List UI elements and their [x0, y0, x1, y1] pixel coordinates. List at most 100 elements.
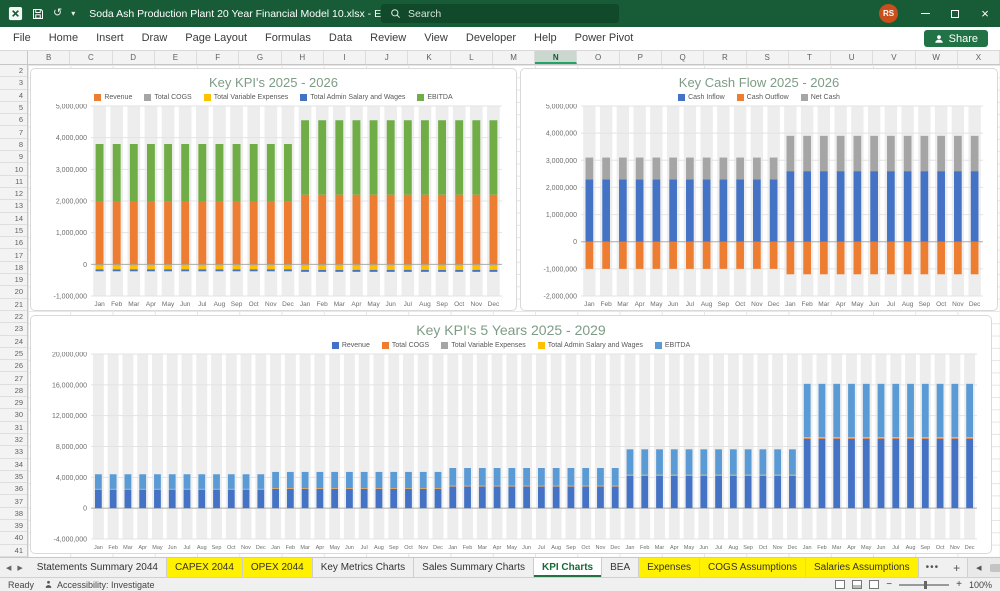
row-header-3[interactable]: 3 — [0, 77, 27, 89]
column-header-E[interactable]: E — [155, 51, 197, 64]
row-header-37[interactable]: 37 — [0, 495, 27, 507]
ribbon-tab-home[interactable]: Home — [40, 27, 87, 50]
column-header-B[interactable]: B — [28, 51, 70, 64]
sheet-grid[interactable]: Key KPI's 2025 - 2026 RevenueTotal COGST… — [28, 65, 1000, 557]
ribbon-tab-file[interactable]: File — [4, 27, 40, 50]
column-header-P[interactable]: P — [620, 51, 662, 64]
chart-key-kpis-5-years[interactable]: Key KPI's 5 Years 2025 - 2029 RevenueTot… — [30, 315, 992, 554]
column-header-V[interactable]: V — [873, 51, 915, 64]
row-header-15[interactable]: 15 — [0, 225, 27, 237]
ribbon-tab-help[interactable]: Help — [525, 27, 566, 50]
sheet-tab-capex-2044[interactable]: CAPEX 2044 — [167, 558, 243, 577]
sheet-tab-bea[interactable]: BEA — [602, 558, 639, 577]
column-header-C[interactable]: C — [70, 51, 112, 64]
row-header-6[interactable]: 6 — [0, 114, 27, 126]
row-header-33[interactable]: 33 — [0, 446, 27, 458]
column-header-G[interactable]: G — [239, 51, 281, 64]
ribbon-tab-developer[interactable]: Developer — [457, 27, 525, 50]
view-normal-icon[interactable] — [835, 580, 845, 589]
row-header-7[interactable]: 7 — [0, 126, 27, 138]
undo-icon[interactable]: ↺ — [53, 8, 62, 19]
scroll-left-icon[interactable]: ◀ — [976, 564, 981, 572]
row-header-36[interactable]: 36 — [0, 483, 27, 495]
qat-customize-icon[interactable]: ▾ — [71, 10, 75, 18]
row-header-22[interactable]: 22 — [0, 311, 27, 323]
column-header-W[interactable]: W — [916, 51, 958, 64]
row-header-41[interactable]: 41 — [0, 545, 27, 557]
ribbon-tab-formulas[interactable]: Formulas — [256, 27, 320, 50]
row-header-18[interactable]: 18 — [0, 262, 27, 274]
column-header-U[interactable]: U — [831, 51, 873, 64]
ribbon-tab-power-pivot[interactable]: Power Pivot — [566, 27, 643, 50]
minimize-button[interactable] — [910, 0, 940, 27]
row-header-28[interactable]: 28 — [0, 385, 27, 397]
row-header-14[interactable]: 14 — [0, 213, 27, 225]
row-header-23[interactable]: 23 — [0, 323, 27, 335]
row-header-25[interactable]: 25 — [0, 348, 27, 360]
column-header-L[interactable]: L — [451, 51, 493, 64]
row-header-5[interactable]: 5 — [0, 102, 27, 114]
row-header-31[interactable]: 31 — [0, 422, 27, 434]
column-header-N[interactable]: N — [535, 51, 577, 64]
sheet-tab-cogs-assumptions[interactable]: COGS Assumptions — [700, 558, 806, 577]
row-header-32[interactable]: 32 — [0, 434, 27, 446]
ribbon-tab-review[interactable]: Review — [361, 27, 415, 50]
row-header-19[interactable]: 19 — [0, 274, 27, 286]
chart-key-cash-flow-2025-2026[interactable]: Key Cash Flow 2025 - 2026 Cash InflowCas… — [520, 68, 998, 311]
restore-button[interactable] — [940, 0, 970, 27]
row-header-16[interactable]: 16 — [0, 237, 27, 249]
row-header-21[interactable]: 21 — [0, 299, 27, 311]
scrollbar-thumb[interactable] — [990, 564, 1000, 572]
column-header-O[interactable]: O — [577, 51, 619, 64]
row-header-4[interactable]: 4 — [0, 90, 27, 102]
select-all-corner[interactable] — [0, 51, 28, 64]
ribbon-tab-page-layout[interactable]: Page Layout — [176, 27, 256, 50]
row-header-9[interactable]: 9 — [0, 151, 27, 163]
share-button[interactable]: Share — [924, 30, 988, 47]
row-header-27[interactable]: 27 — [0, 372, 27, 384]
ribbon-tab-view[interactable]: View — [415, 27, 457, 50]
column-header-Q[interactable]: Q — [662, 51, 704, 64]
row-header-11[interactable]: 11 — [0, 176, 27, 188]
row-header-24[interactable]: 24 — [0, 336, 27, 348]
column-header-X[interactable]: X — [958, 51, 1000, 64]
sheet-tab-opex-2044[interactable]: OPEX 2044 — [243, 558, 313, 577]
row-header-40[interactable]: 40 — [0, 532, 27, 544]
ribbon-tab-insert[interactable]: Insert — [87, 27, 133, 50]
row-header-17[interactable]: 17 — [0, 249, 27, 261]
accessibility-status[interactable]: Accessibility: Investigate — [44, 580, 155, 590]
row-header-29[interactable]: 29 — [0, 397, 27, 409]
sheet-nav-left-icon[interactable]: ◀ — [6, 564, 11, 572]
excel-app-icon[interactable] — [8, 6, 23, 21]
zoom-out-button[interactable]: − — [886, 580, 892, 590]
ribbon-tab-data[interactable]: Data — [320, 27, 361, 50]
ribbon-tab-draw[interactable]: Draw — [133, 27, 177, 50]
row-header-38[interactable]: 38 — [0, 508, 27, 520]
row-header-26[interactable]: 26 — [0, 360, 27, 372]
column-header-M[interactable]: M — [493, 51, 535, 64]
column-header-K[interactable]: K — [408, 51, 450, 64]
column-header-T[interactable]: T — [789, 51, 831, 64]
column-header-H[interactable]: H — [282, 51, 324, 64]
search-input[interactable]: Search — [381, 4, 619, 23]
row-header-39[interactable]: 39 — [0, 520, 27, 532]
row-header-20[interactable]: 20 — [0, 286, 27, 298]
view-page-layout-icon[interactable] — [852, 580, 862, 589]
chart-key-kpis-2025-2026[interactable]: Key KPI's 2025 - 2026 RevenueTotal COGST… — [30, 68, 517, 311]
sheet-tab-salaries-assumptions[interactable]: Salaries Assumptions — [806, 558, 919, 577]
sheet-tab-statements-summary-2044[interactable]: Statements Summary 2044 — [29, 558, 167, 577]
zoom-slider-thumb[interactable] — [924, 581, 927, 589]
zoom-in-button[interactable]: + — [956, 580, 962, 590]
column-header-J[interactable]: J — [366, 51, 408, 64]
view-page-break-icon[interactable] — [869, 580, 879, 589]
row-header-10[interactable]: 10 — [0, 163, 27, 175]
row-header-13[interactable]: 13 — [0, 200, 27, 212]
column-header-I[interactable]: I — [324, 51, 366, 64]
column-header-R[interactable]: R — [704, 51, 746, 64]
zoom-level[interactable]: 100% — [969, 580, 992, 590]
zoom-slider[interactable] — [899, 584, 949, 586]
sheet-tab-sales-summary-charts[interactable]: Sales Summary Charts — [414, 558, 534, 577]
column-header-F[interactable]: F — [197, 51, 239, 64]
row-header-2[interactable]: 2 — [0, 65, 27, 77]
more-sheets-button[interactable]: ••• — [919, 558, 947, 577]
